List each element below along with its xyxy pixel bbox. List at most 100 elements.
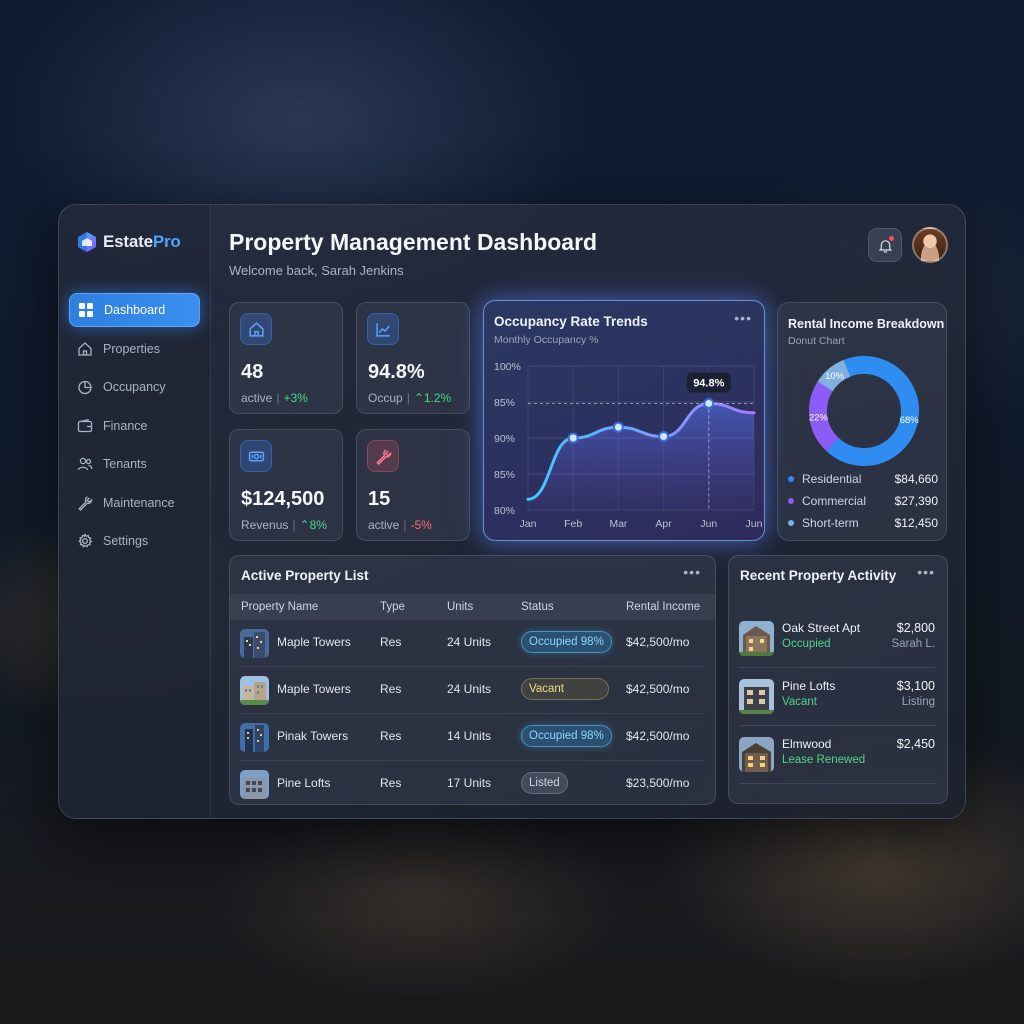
activity-item[interactable]: Elmwood Lease Renewed $2,450 bbox=[739, 727, 937, 784]
stat-label: Occup | ⌃1.2% bbox=[368, 391, 452, 405]
donut-value-label: 10% bbox=[825, 371, 845, 382]
sidebar-item-occupancy[interactable]: Occupancy bbox=[69, 370, 200, 404]
stat-value: $124,500 bbox=[241, 488, 325, 510]
table-row[interactable]: Maple Towers Res 24 Units Vacant $42,500… bbox=[230, 667, 715, 714]
sidebar-item-finance[interactable]: Finance bbox=[69, 409, 200, 443]
stat-card-occupancy: 94.8% Occup | ⌃1.2% bbox=[356, 302, 470, 414]
sidebar-item-label: Finance bbox=[103, 418, 148, 433]
dashboard-window: EstatePro Dashboard Properties Occupancy… bbox=[58, 204, 966, 819]
brand-name: EstatePro bbox=[103, 232, 181, 251]
property-income: $42,500/mo bbox=[626, 682, 690, 696]
activity-status: Lease Renewed bbox=[782, 754, 866, 766]
legend-short-term: Short-term $12,450 bbox=[788, 516, 938, 530]
activity-amount: $2,450 bbox=[896, 737, 935, 751]
column-header[interactable]: Type bbox=[380, 601, 405, 613]
x-tick-label: Feb bbox=[564, 518, 582, 530]
pie-icon bbox=[78, 380, 92, 395]
gear-icon bbox=[78, 533, 93, 548]
stat-label: Revenus | ⌃8% bbox=[241, 518, 327, 532]
activity-amount: $2,800 bbox=[896, 621, 935, 635]
stat-card-revenue: $124,500 Revenus | ⌃8% bbox=[229, 429, 343, 541]
x-tick-label: Jan bbox=[520, 518, 537, 530]
stat-card-maintenance: 15 active | -5% bbox=[356, 429, 470, 541]
property-income: $23,500/mo bbox=[626, 776, 690, 790]
property-name: Pinak Towers bbox=[277, 729, 349, 743]
legend-commercial: Commercial $27,390 bbox=[788, 494, 938, 508]
property-units: 14 Units bbox=[447, 729, 492, 743]
user-avatar[interactable] bbox=[912, 227, 948, 263]
table-row[interactable]: Pinak Towers Res 14 Units Occupied 98% $… bbox=[230, 714, 715, 761]
sidebar-item-settings[interactable]: Settings bbox=[69, 524, 200, 558]
money-icon bbox=[248, 451, 264, 461]
table-more-button[interactable]: ••• bbox=[683, 564, 701, 580]
property-income: $42,500/mo bbox=[626, 635, 690, 649]
stat-value: 94.8% bbox=[368, 361, 425, 383]
row-divider bbox=[739, 725, 937, 726]
y-tick-label: 85% bbox=[494, 397, 515, 409]
activity-more-button[interactable]: ••• bbox=[917, 564, 935, 580]
x-tick-label: Jun bbox=[700, 518, 717, 530]
stat-label: active | +3% bbox=[241, 391, 308, 405]
activity-detail: Listing bbox=[901, 696, 935, 708]
activity-item[interactable]: Pine Lofts Vacant $3,100 Listing bbox=[739, 669, 937, 726]
property-thumbnail bbox=[739, 679, 774, 714]
property-units: 24 Units bbox=[447, 635, 492, 649]
sidebar-item-dashboard[interactable]: Dashboard bbox=[69, 293, 200, 327]
notifications-button[interactable] bbox=[868, 228, 902, 262]
stat-card-properties: 48 active | +3% bbox=[229, 302, 343, 414]
property-type: Res bbox=[380, 635, 402, 649]
column-header[interactable]: Property Name bbox=[241, 601, 318, 613]
sidebar-item-tenants[interactable]: Tenants bbox=[69, 447, 200, 481]
users-icon bbox=[77, 457, 93, 471]
sidebar-item-maintenance[interactable]: Maintenance bbox=[69, 486, 200, 520]
legend-dot bbox=[788, 498, 794, 504]
activity-name: Oak Street Apt bbox=[782, 621, 861, 635]
column-header[interactable]: Rental Income bbox=[626, 601, 700, 613]
property-thumbnail bbox=[739, 737, 774, 772]
property-type: Res bbox=[380, 682, 402, 696]
wrench-icon bbox=[78, 495, 93, 511]
sidebar-item-label: Tenants bbox=[103, 457, 147, 471]
table-row[interactable]: Pine Lofts Res 17 Units Listed $23,500/m… bbox=[230, 761, 715, 808]
callout-label: 94.8% bbox=[693, 377, 724, 389]
activity-amount: $3,100 bbox=[896, 679, 935, 693]
stat-label: active | -5% bbox=[368, 518, 432, 532]
stat-value: 15 bbox=[368, 488, 391, 510]
property-name: Maple Towers bbox=[277, 635, 351, 649]
welcome-text: Welcome back, Sarah Jenkins bbox=[229, 263, 404, 278]
data-point bbox=[703, 397, 715, 409]
sidebar-nav: Dashboard Properties Occupancy Finance T… bbox=[69, 293, 200, 563]
activity-name: Pine Lofts bbox=[782, 679, 836, 693]
activity-status: Occupied bbox=[782, 638, 831, 650]
donut-value-label: 68% bbox=[900, 415, 920, 426]
data-point bbox=[658, 431, 670, 443]
property-units: 24 Units bbox=[447, 682, 492, 696]
property-thumbnail bbox=[240, 629, 269, 658]
column-header[interactable]: Status bbox=[521, 601, 554, 613]
property-name: Pine Lofts bbox=[277, 776, 331, 790]
status-badge: Vacant bbox=[521, 678, 609, 700]
wallet-icon bbox=[77, 418, 93, 432]
property-thumbnail bbox=[240, 770, 269, 799]
stat-icon-box bbox=[367, 313, 399, 345]
y-tick-label: 80% bbox=[494, 505, 515, 517]
column-header[interactable]: Units bbox=[447, 601, 473, 613]
status-badge: Occupied 98% bbox=[521, 725, 612, 747]
x-tick-label: Mar bbox=[609, 518, 628, 530]
grid-icon bbox=[79, 303, 93, 317]
sidebar-item-properties[interactable]: Properties bbox=[69, 332, 200, 366]
rental-income-card: Rental Income Breakdown Donut Chart 68% 2… bbox=[777, 302, 947, 541]
table-row[interactable]: Maple Towers Res 24 Units Occupied 98% $… bbox=[230, 620, 715, 667]
brand[interactable]: EstatePro bbox=[77, 231, 181, 253]
data-point bbox=[612, 421, 624, 433]
activity-item[interactable]: Oak Street Apt Occupied $2,800 Sarah L. bbox=[739, 611, 937, 668]
data-point bbox=[567, 432, 579, 444]
activity-name: Elmwood bbox=[782, 737, 832, 751]
table-title: Active Property List bbox=[241, 568, 369, 583]
property-units: 17 Units bbox=[447, 776, 492, 790]
home-icon bbox=[248, 321, 264, 337]
sidebar: EstatePro Dashboard Properties Occupancy… bbox=[59, 205, 211, 818]
income-donut-chart: 68% 22% 10% bbox=[809, 356, 920, 466]
x-tick-label: Jun bbox=[746, 518, 763, 530]
sidebar-item-label: Maintenance bbox=[103, 495, 175, 510]
